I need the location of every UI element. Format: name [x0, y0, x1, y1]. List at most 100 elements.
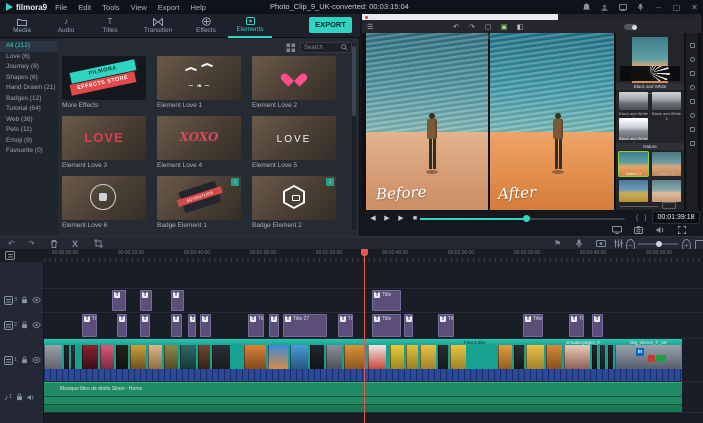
- element-card[interactable]: ADVENTURE ↓ Badge Element 1: [157, 176, 241, 229]
- video-clip-thumbnail[interactable]: [420, 345, 436, 369]
- title-clip[interactable]: T: [140, 314, 150, 337]
- playhead-marker[interactable]: [361, 249, 368, 256]
- video-clip-thumbnail[interactable]: [526, 345, 544, 369]
- video-clip-thumbnail[interactable]: [212, 345, 230, 369]
- search-input[interactable]: Search: [300, 42, 352, 53]
- title-clip[interactable]: T: [140, 290, 152, 311]
- element-thumbnail[interactable]: [252, 56, 336, 100]
- video-clip-thumbnail[interactable]: [180, 345, 196, 369]
- playhead[interactable]: [361, 249, 368, 423]
- play-button[interactable]: ▶: [380, 214, 394, 222]
- display-device-icon[interactable]: [612, 226, 622, 234]
- grid-view-icon[interactable]: [286, 43, 296, 53]
- video-clip-thumbnail[interactable]: [44, 345, 62, 369]
- element-card[interactable]: FILMORA EFFECTS STORE More Effects: [62, 56, 146, 109]
- tab-media[interactable]: Media: [0, 14, 44, 38]
- category-item[interactable]: Emoji (9): [0, 136, 58, 147]
- lock-icon[interactable]: [21, 356, 28, 364]
- timeline-ruler[interactable]: 00:00:00:00 00:00:20:00 00:00:40:00 00:01:0…: [0, 249, 703, 262]
- video-clip-thumbnail[interactable]: [198, 345, 210, 369]
- tab-elements[interactable]: Elements: [228, 14, 272, 38]
- video-clip-thumbnail[interactable]: [100, 345, 114, 369]
- category-item[interactable]: Badges (12): [0, 94, 58, 105]
- eye-icon[interactable]: [32, 322, 41, 328]
- lock-icon[interactable]: [21, 296, 28, 304]
- video-clip-thumbnail[interactable]: [326, 345, 342, 369]
- element-thumbnail[interactable]: ~ ❧ ~: [157, 56, 241, 100]
- seek-bar[interactable]: [420, 215, 625, 222]
- element-thumbnail[interactable]: FILMORA EFFECTS STORE: [62, 56, 146, 100]
- video-clip-thumbnail[interactable]: [546, 345, 562, 369]
- maximize-button[interactable]: ▢: [672, 3, 681, 12]
- timeline-zoom-slider[interactable]: [638, 240, 678, 247]
- category-item[interactable]: All (212): [0, 41, 58, 52]
- title-clip[interactable]: T: [404, 314, 413, 337]
- video-clip-thumbnail[interactable]: [164, 345, 178, 369]
- category-item[interactable]: Web (36): [0, 115, 58, 126]
- video-clip-thumbnail[interactable]: [498, 345, 512, 369]
- title-clip[interactable]: TTitle: [569, 314, 584, 337]
- tab-audio[interactable]: ♪ Audio: [44, 14, 88, 38]
- video-clip-thumbnail[interactable]: [564, 345, 590, 369]
- title-clip[interactable]: TTitl: [248, 314, 264, 337]
- category-item[interactable]: Hand Drawn (21): [0, 83, 58, 94]
- title-clip[interactable]: TTitle: [372, 314, 401, 337]
- screen-layout-icon[interactable]: [618, 3, 627, 12]
- video-clip-thumbnail[interactable]: [592, 345, 597, 369]
- category-item[interactable]: Pets (11): [0, 125, 58, 136]
- category-item[interactable]: Shapes (6): [0, 73, 58, 84]
- element-thumbnail[interactable]: ↓: [252, 176, 336, 220]
- title-clip[interactable]: TTi: [592, 314, 603, 337]
- menu-help[interactable]: Help: [190, 3, 205, 12]
- title-clip[interactable]: TTitle 27: [283, 314, 327, 337]
- video-clip-thumbnail[interactable]: [268, 345, 288, 369]
- snapshot-camera-icon[interactable]: [634, 226, 643, 234]
- video-track-clip-strip[interactable]: Fast 3.35x virtualvoyages_fr bkg_sloooo_…: [44, 339, 682, 381]
- tab-transition[interactable]: Transition: [132, 14, 184, 38]
- bell-icon[interactable]: [582, 3, 591, 12]
- video-clip-thumbnail[interactable]: [82, 345, 98, 369]
- video-clip-thumbnail[interactable]: [390, 345, 404, 369]
- title-clip[interactable]: TTi: [200, 314, 211, 337]
- element-card[interactable]: Element Love 2: [252, 56, 336, 109]
- video-clip-thumbnail[interactable]: [71, 345, 75, 369]
- lock-icon[interactable]: [21, 321, 28, 329]
- eye-icon[interactable]: [32, 357, 41, 363]
- bw-thumb-3[interactable]: [652, 92, 681, 110]
- category-item[interactable]: Tutorial (64): [0, 104, 58, 115]
- element-card[interactable]: LOVE Element Love 5: [252, 116, 336, 169]
- video-clip-thumbnail[interactable]: [290, 345, 308, 369]
- menu-export[interactable]: Export: [158, 3, 180, 12]
- menu-file[interactable]: File: [55, 3, 67, 12]
- account-icon[interactable]: [600, 3, 609, 12]
- video-clip-thumbnail[interactable]: [406, 345, 418, 369]
- speaker-icon[interactable]: [27, 394, 35, 401]
- title-clip[interactable]: TTitle: [372, 290, 401, 311]
- video-clip-thumbnail[interactable]: [130, 345, 146, 369]
- previous-frame-button[interactable]: ◀: [366, 214, 380, 222]
- element-thumbnail[interactable]: LOVE: [62, 116, 146, 160]
- title-clip[interactable]: T: [171, 290, 184, 311]
- element-card[interactable]: ~ ❧ ~ Element Love 1: [157, 56, 241, 109]
- seek-knob[interactable]: [523, 215, 530, 222]
- lock-icon[interactable]: [16, 393, 23, 401]
- video-clip-thumbnail[interactable]: [148, 345, 162, 369]
- video-clip-thumbnail[interactable]: [344, 345, 364, 369]
- menu-view[interactable]: View: [131, 3, 147, 12]
- title-clip[interactable]: TTitle: [438, 314, 454, 337]
- manage-tracks-icon[interactable]: [5, 251, 15, 260]
- title-clip[interactable]: TTi: [269, 314, 279, 337]
- title-clip[interactable]: TTitl: [82, 314, 97, 337]
- mic-icon[interactable]: [636, 3, 645, 12]
- tab-titles[interactable]: T Titles: [88, 14, 132, 38]
- audio-clip[interactable]: Musique libre de droits Sloon - Home: [44, 382, 682, 412]
- filter-thumb-extra-2[interactable]: [652, 180, 681, 202]
- export-button[interactable]: EXPORT: [309, 17, 352, 33]
- video-clip-thumbnail[interactable]: [64, 345, 69, 369]
- element-thumbnail[interactable]: XOXO: [157, 116, 241, 160]
- menu-tools[interactable]: Tools: [102, 3, 120, 12]
- bw-thumb-2[interactable]: [619, 92, 648, 110]
- element-card[interactable]: LOVE Element Love 3: [62, 116, 146, 169]
- video-clip-thumbnail[interactable]: [310, 345, 324, 369]
- video-clip-thumbnail[interactable]: [450, 345, 466, 369]
